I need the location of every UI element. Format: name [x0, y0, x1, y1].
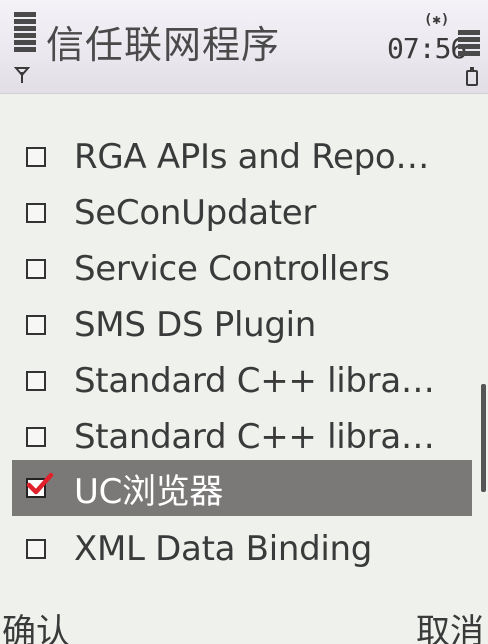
list-item[interactable]: Standard C++ libra… — [12, 412, 472, 462]
list-item[interactable]: Standard C++ libra… — [12, 356, 472, 406]
antenna-icon — [14, 67, 30, 83]
list-item[interactable]: Service Controllers — [12, 244, 472, 294]
cancel-softkey[interactable]: 取消 — [416, 604, 484, 644]
page-title: 信任联网程序 — [46, 23, 281, 67]
bluetooth-icon: (✱) — [424, 12, 450, 28]
battery-level-icon — [458, 30, 480, 58]
list-item-label: Standard C++ libra… — [74, 361, 435, 401]
status-bar: 信任联网程序 (✱) 07:56 — [0, 0, 488, 94]
list-item-label: SMS DS Plugin — [74, 305, 317, 345]
list-item-label: Standard C++ libra… — [74, 417, 435, 457]
list-item[interactable]: SeConUpdater — [12, 188, 472, 238]
checkbox-checked[interactable] — [26, 472, 54, 498]
list-item-label: Service Controllers — [74, 249, 390, 289]
list-item-selected[interactable]: UC浏览器 — [12, 460, 472, 516]
list-item-label: XML Data Binding — [74, 529, 373, 569]
checkbox[interactable] — [26, 371, 46, 391]
battery-icon — [466, 67, 478, 86]
signal-strength-icon — [14, 12, 36, 54]
list-item[interactable]: RGA APIs and Repo… — [12, 132, 472, 182]
list-item-label: SeConUpdater — [74, 193, 317, 233]
clock: 07:56 — [387, 32, 467, 65]
checkbox[interactable] — [26, 315, 46, 335]
checkmark-icon — [26, 472, 54, 495]
app-list: RGA APIs and Repo… SeConUpdater Service … — [0, 94, 488, 594]
checkbox[interactable] — [26, 203, 46, 223]
confirm-softkey[interactable]: 确认 — [2, 604, 70, 644]
checkbox[interactable] — [26, 147, 46, 167]
checkbox[interactable] — [26, 427, 46, 447]
list-item[interactable]: XML Data Binding — [12, 524, 472, 574]
checkbox[interactable] — [26, 539, 46, 559]
softkey-bar: 确认 取消 — [0, 594, 488, 644]
checkbox[interactable] — [26, 259, 46, 279]
list-item[interactable]: SMS DS Plugin — [12, 300, 472, 350]
list-item-label: UC浏览器 — [74, 471, 224, 512]
list-item-label: RGA APIs and Repo… — [74, 137, 430, 177]
scrollbar[interactable] — [481, 384, 486, 492]
